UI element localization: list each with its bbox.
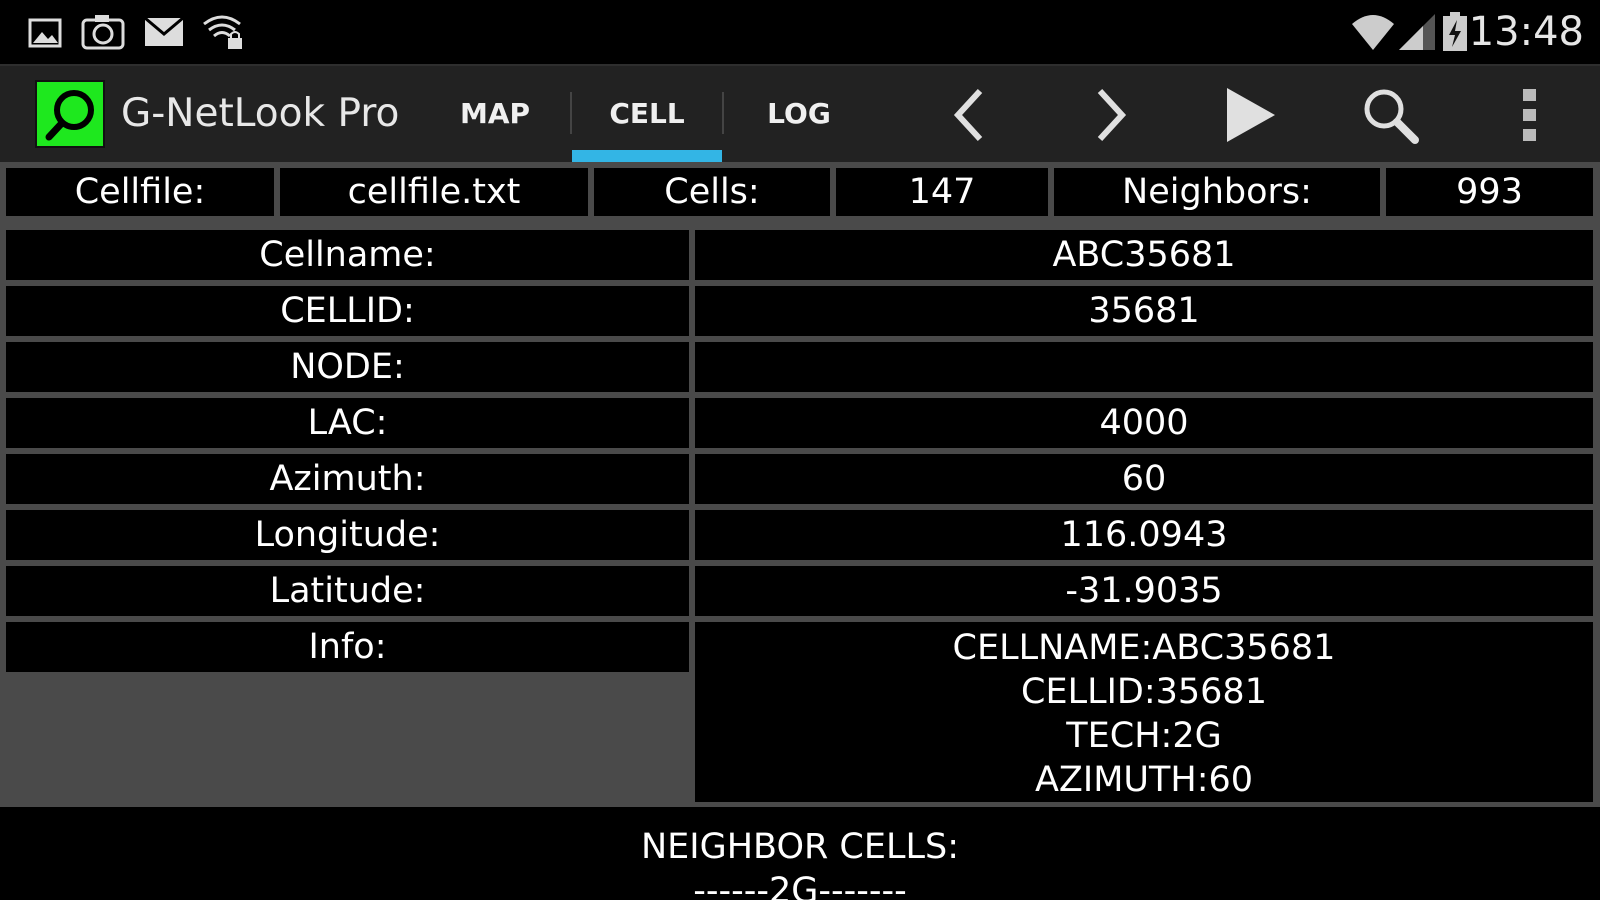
node-label: NODE: <box>6 342 689 392</box>
tab-selected-indicator <box>572 150 722 162</box>
neighbors-value: 993 <box>1386 168 1593 216</box>
latitude-value: -31.9035 <box>695 566 1593 616</box>
info-value: CELLNAME:ABC35681 CELLID:35681 TECH:2G A… <box>695 622 1593 802</box>
cellname-label: Cellname: <box>6 230 689 280</box>
longitude-label: Longitude: <box>6 510 689 560</box>
cellname-value: ABC35681 <box>695 230 1593 280</box>
summary-row: Cellfile: cellfile.txt Cells: 147 Neighb… <box>0 162 1600 222</box>
info-line: AZIMUTH:60 <box>1034 760 1254 800</box>
cells-label: Cells: <box>594 168 830 216</box>
neighbor-tech-header: ------2G------- <box>693 871 907 900</box>
wifi-icon <box>1352 15 1394 50</box>
status-bar: 13:48 <box>0 0 1600 64</box>
cellfile-value: cellfile.txt <box>280 168 588 216</box>
overflow-menu-icon <box>1523 89 1536 141</box>
play-icon <box>1227 88 1275 142</box>
cellfile-label: Cellfile: <box>6 168 274 216</box>
longitude-value: 116.0943 <box>695 510 1593 560</box>
search-logo-icon <box>45 90 94 141</box>
cellid-label: CELLID: <box>6 286 689 336</box>
wifi-lock-icon <box>203 15 242 49</box>
app-title: G-NetLook Pro <box>121 91 400 136</box>
neighbor-cells-section: NEIGHBOR CELLS: ------2G------- <box>0 807 1600 900</box>
chevron-left-icon <box>953 88 983 142</box>
lac-label: LAC: <box>6 398 689 448</box>
previous-button[interactable] <box>935 80 1005 150</box>
tab-cell[interactable]: CELL <box>572 66 722 162</box>
neighbors-label: Neighbors: <box>1054 168 1380 216</box>
info-line: TECH:2G <box>1066 716 1222 756</box>
node-value <box>695 342 1593 392</box>
app-logo[interactable] <box>35 80 105 148</box>
overflow-menu-button[interactable] <box>1495 80 1565 150</box>
battery-charging-icon <box>1443 12 1467 51</box>
cell-detail-table: Cellname: ABC35681 CELLID: 35681 NODE: L… <box>0 222 1600 807</box>
cellid-value: 35681 <box>695 286 1593 336</box>
info-line: CELLID:35681 <box>1021 672 1267 712</box>
search-icon <box>1364 89 1419 144</box>
tab-log[interactable]: LOG <box>724 66 874 162</box>
info-label: Info: <box>6 622 689 672</box>
chevron-right-icon <box>1097 88 1127 142</box>
azimuth-label: Azimuth: <box>6 454 689 504</box>
neighbor-cells-title: NEIGHBOR CELLS: <box>640 827 959 867</box>
next-button[interactable] <box>1075 80 1145 150</box>
signal-icon <box>1399 14 1435 50</box>
gallery-icon <box>28 18 62 48</box>
clock: 13:48 <box>1468 9 1584 55</box>
action-bar: G-NetLook Pro MAP CELL LOG <box>0 64 1600 162</box>
tab-map[interactable]: MAP <box>420 66 570 162</box>
play-button[interactable] <box>1215 80 1285 150</box>
cells-value: 147 <box>836 168 1048 216</box>
search-button[interactable] <box>1355 80 1425 150</box>
azimuth-value: 60 <box>695 454 1593 504</box>
info-line: CELLNAME:ABC35681 <box>952 628 1336 668</box>
lac-value: 4000 <box>695 398 1593 448</box>
camera-icon <box>81 15 125 50</box>
mail-icon <box>144 16 184 46</box>
latitude-label: Latitude: <box>6 566 689 616</box>
